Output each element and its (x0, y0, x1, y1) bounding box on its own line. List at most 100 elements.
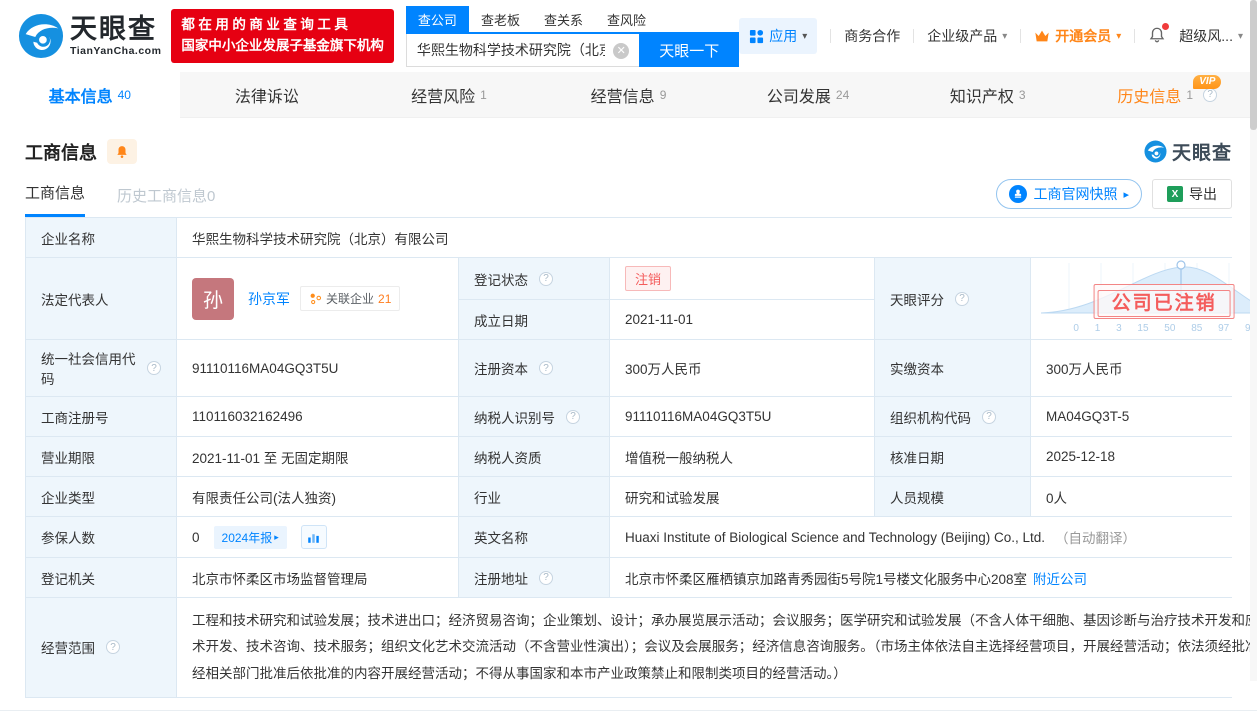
divider (1134, 29, 1136, 43)
monitor-bell-button[interactable] (107, 139, 137, 164)
field-label: 核准日期 (875, 437, 1030, 476)
chevron-down-icon: ▾ (802, 30, 808, 42)
legal-rep-link[interactable]: 孙京军 (248, 289, 290, 309)
search-button[interactable]: 天眼一下 (639, 33, 740, 67)
field-label: 纳税人识别号 ? (459, 397, 609, 436)
tianyancha-swirl-icon (1144, 140, 1167, 163)
company-type-value: 有限责任公司(法人独资) (177, 477, 458, 516)
field-label: 企业名称 (26, 218, 176, 257)
avatar[interactable]: 孙 (192, 277, 234, 320)
divider (913, 29, 915, 43)
company-name-value: 华熙生物科学技术研究院（北京）有限公司 (177, 218, 1257, 257)
help-icon[interactable]: ? (147, 361, 161, 375)
search-tab-relation[interactable]: 查关系 (532, 6, 595, 32)
excel-icon: X (1167, 186, 1183, 202)
trend-chart-button[interactable] (300, 525, 327, 549)
official-snapshot-button[interactable]: 工商官网快照 ▸ (996, 179, 1142, 209)
reg-capital-value: 300万人民币 (610, 340, 874, 396)
reg-capital-label: 注册资本 (474, 362, 528, 377)
related-companies-badge[interactable]: 关联企业 21 (300, 286, 401, 311)
establish-date-value: 2021-11-01 (610, 300, 874, 339)
field-label: 组织机构代码 ? (875, 397, 1030, 436)
field-label: 人员规模 (875, 477, 1030, 516)
bell-icon (117, 145, 127, 158)
subtab-business-info[interactable]: 工商信息 (25, 182, 86, 217)
help-icon[interactable]: ? (566, 409, 580, 424)
bar-chart-icon (308, 533, 320, 543)
field-label: 成立日期 (459, 300, 609, 339)
related-companies-count: 21 (378, 291, 392, 306)
nearby-companies-link[interactable]: 附近公司 (1033, 568, 1087, 588)
vip-membership-menu[interactable]: 开通会员 ▾ (1034, 26, 1121, 46)
grid-icon (750, 29, 764, 43)
tab-operation-risk[interactable]: 经营风险 1 (359, 72, 539, 117)
field-label: 纳税人资质 (459, 437, 609, 476)
field-label: 英文名称 (459, 517, 609, 557)
notification-dot (1162, 22, 1170, 30)
subtab-history-business-info[interactable]: 历史工商信息0 (117, 185, 215, 217)
notification-bell[interactable] (1148, 22, 1170, 47)
enterprise-products-menu[interactable]: 企业级产品 ▾ (927, 26, 1007, 46)
divider (1020, 29, 1022, 43)
tab-label: 法律诉讼 (234, 88, 299, 106)
insured-count-value: 0 (192, 529, 200, 545)
official-snapshot-label: 工商官网快照 (1033, 186, 1118, 202)
auto-translate-note: （自动翻译） (1055, 531, 1136, 546)
field-label: 登记状态 ? (459, 258, 609, 299)
help-icon[interactable]: ? (1203, 87, 1218, 102)
business-info-table: 企业名称 华熙生物科学技术研究院（北京）有限公司 法定代表人 孙 孙京军 关联企… (25, 217, 1257, 698)
taxpayer-id-label: 纳税人识别号 (474, 410, 555, 426)
super-risk-menu[interactable]: 超级风... ▾ (1179, 26, 1243, 46)
help-icon[interactable]: ? (955, 291, 969, 306)
tab-count: 1 (480, 87, 487, 102)
search-input[interactable] (405, 33, 640, 67)
chevron-right-icon: ▸ (274, 531, 279, 542)
logo-name: 天眼查 (70, 13, 157, 44)
field-label: 法定代表人 (26, 258, 176, 339)
tab-intellectual-property[interactable]: 知识产权 3 (898, 72, 1078, 117)
help-icon[interactable]: ? (539, 271, 553, 286)
tab-company-development[interactable]: 公司发展 24 (718, 72, 898, 117)
scrollbar-thumb[interactable] (1250, 0, 1257, 130)
export-button[interactable]: X 导出 (1152, 179, 1232, 209)
reg-address-value: 北京市怀柔区雁栖镇京加路青秀园街5号院1号楼文化服务中心208室 (625, 571, 1028, 587)
reg-authority-value: 北京市怀柔区市场监督管理局 (177, 558, 458, 597)
promo-banner-line1: 都在用的商业查询工具 (181, 17, 352, 33)
field-label: 营业期限 (26, 437, 176, 476)
tab-count: 3 (1018, 87, 1026, 102)
chevron-down-icon: ▾ (1116, 30, 1122, 42)
search-tab-risk[interactable]: 查风险 (595, 6, 658, 32)
tianyancha-logo[interactable]: 天眼查 TianYanCha.com (18, 13, 161, 59)
tab-history-info[interactable]: VIP 历史信息 1 ? (1077, 72, 1257, 117)
vip-badge: VIP (1193, 75, 1222, 89)
reg-status-label: 登记状态 (474, 272, 528, 288)
business-cooperation-link[interactable]: 商务合作 (844, 26, 900, 46)
scrollbar[interactable] (1250, 0, 1257, 681)
vip-membership-label: 开通会员 (1055, 28, 1112, 44)
help-icon[interactable]: ? (982, 409, 996, 424)
org-code-label: 组织机构代码 (890, 410, 971, 426)
help-icon[interactable]: ? (539, 570, 553, 585)
top-navigation: 应用 ▾ 商务合作 企业级产品 ▾ 开通会员 ▾ 超级风... ▾ (739, 18, 1243, 54)
search-tab-company[interactable]: 查公司 (405, 5, 469, 32)
export-label: 导出 (1189, 186, 1217, 202)
deregistered-stamp: 公司已注销 (1093, 284, 1235, 319)
chevron-down-icon: ▾ (1237, 30, 1243, 42)
tab-operation-info[interactable]: 经营信息 9 (539, 72, 719, 117)
tab-label: 经营风险 (411, 88, 476, 106)
tab-basic-info[interactable]: 基本信息 40 (0, 72, 180, 118)
search-tab-boss[interactable]: 查老板 (469, 6, 532, 32)
business-term-value: 2021-11-01 至 无固定期限 (177, 437, 458, 476)
help-icon[interactable]: ? (539, 361, 553, 375)
clear-icon[interactable]: ✕ (613, 42, 630, 59)
staff-size-value: 0人 (1031, 477, 1257, 516)
search-module: 查公司 查老板 查关系 查风险 ✕ 天眼一下 (405, 5, 740, 67)
chevron-right-icon: ▸ (1123, 188, 1129, 201)
tab-label: 基本信息 (48, 88, 113, 106)
help-icon[interactable]: ? (106, 640, 120, 655)
tab-legal-litigation[interactable]: 法律诉讼 (180, 72, 360, 117)
field-label: 登记机关 (26, 558, 176, 597)
annual-report-badge[interactable]: 2024年报 ▸ (213, 525, 287, 549)
field-label: 工商注册号 (26, 397, 176, 436)
apps-menu[interactable]: 应用 ▾ (739, 18, 818, 54)
